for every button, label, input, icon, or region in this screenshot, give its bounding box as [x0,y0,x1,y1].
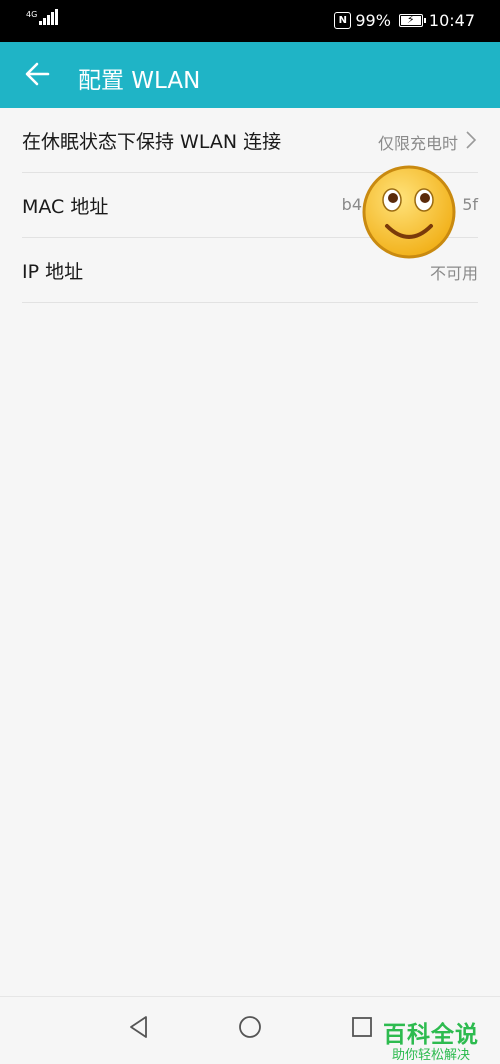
status-bar: 4G N 99% ⚡ 10:47 [0,0,500,42]
watermark-title: 百科全说 [383,1022,479,1048]
back-arrow-icon[interactable] [20,56,56,92]
mac-value-end: 5f [462,195,478,214]
back-triangle-icon[interactable] [125,1013,153,1041]
setting-label: MAC 地址 [22,196,109,218]
setting-value: 仅限充电时 [377,134,458,153]
clock: 10:47 [428,11,475,30]
home-circle-icon[interactable] [236,1013,264,1041]
mac-value-start: b4 [341,195,362,214]
nfc-icon: N [334,12,352,29]
page-title: 配置 WLAN [78,68,201,94]
watermark-subtitle: 助你轻松解决 [391,1048,470,1063]
battery-icon: ⚡ [398,13,426,27]
app-bar: 配置 WLAN [0,42,500,108]
smiley-face-icon [362,165,456,259]
chevron-right-icon [466,131,477,149]
setting-value: 不可用 [429,264,478,283]
battery-percent: 99% [355,11,391,30]
signal-icon [39,9,59,25]
setting-label: 在休眠状态下保持 WLAN 连接 [22,131,282,153]
network-type: 4G [26,10,38,19]
watermark-logo: 百科全说 助你轻松解决 [372,1022,490,1064]
setting-label: IP 地址 [22,261,84,283]
signal-indicator: 4G [26,9,59,25]
